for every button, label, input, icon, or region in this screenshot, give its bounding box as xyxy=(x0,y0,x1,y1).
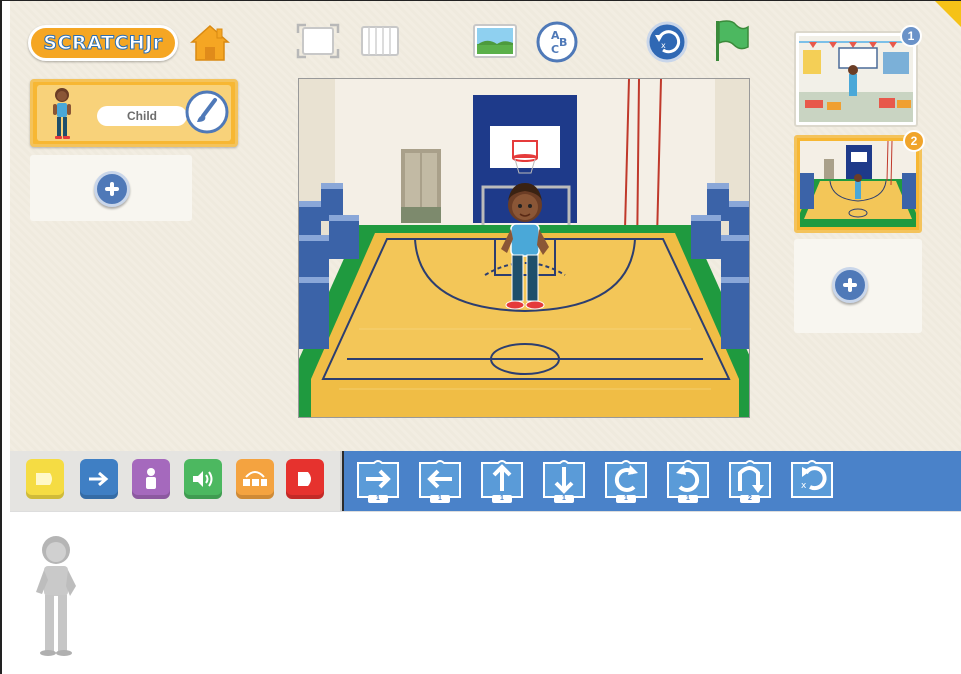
page-number-badge: 1 xyxy=(900,25,922,47)
classroom-thumbnail xyxy=(799,36,913,122)
block-number: 1 xyxy=(616,495,636,503)
page-number-badge: 2 xyxy=(903,130,925,152)
scratchjr-editor: SCRATCHJr A B C x Child 1 2 1 1 1 1 1 1 … xyxy=(0,0,961,674)
child-sprite-thumbnail xyxy=(53,88,71,139)
category-motion[interactable] xyxy=(80,459,118,499)
script-area[interactable] xyxy=(10,511,961,674)
stage[interactable] xyxy=(298,78,750,418)
home-icon[interactable] xyxy=(190,23,230,63)
person-icon xyxy=(146,468,156,489)
end-icon xyxy=(298,472,311,486)
page-add-panel xyxy=(794,239,922,333)
add-sprite-button[interactable] xyxy=(94,171,130,207)
block-number: 1 xyxy=(554,495,574,503)
svg-text:B: B xyxy=(559,36,567,49)
child-sprite-ghost xyxy=(36,536,76,656)
block-move-up[interactable]: 1 xyxy=(478,457,528,505)
add-page-button[interactable] xyxy=(832,267,868,303)
editor-top-area: SCRATCHJr A B C x Child 1 2 xyxy=(10,1,961,451)
block-palette: 1 1 1 1 1 1 2 x xyxy=(10,451,961,511)
block-go-home[interactable]: x xyxy=(788,457,838,505)
scratchjr-logo: SCRATCHJr xyxy=(28,25,178,61)
fullscreen-icon[interactable] xyxy=(296,23,340,59)
block-categories xyxy=(10,451,342,511)
category-looks[interactable] xyxy=(132,459,170,499)
category-control[interactable] xyxy=(236,459,274,499)
block-move-down[interactable]: 1 xyxy=(540,457,590,505)
control-icon xyxy=(243,471,267,486)
speaker-icon xyxy=(193,471,213,487)
category-sound[interactable] xyxy=(184,459,222,499)
green-flag-icon[interactable] xyxy=(710,17,752,63)
paint-editor-icon[interactable] xyxy=(185,90,229,134)
go-home-icon: x xyxy=(791,460,833,498)
block-hop[interactable]: 2 xyxy=(726,457,776,505)
block-number: 2 xyxy=(740,495,760,503)
text-icon[interactable]: A B C xyxy=(536,21,578,63)
background-icon[interactable] xyxy=(472,23,518,59)
block-number: 1 xyxy=(678,495,698,503)
sprite-name-label: Child xyxy=(97,106,187,126)
reset-icon[interactable]: x xyxy=(646,21,688,63)
block-move-right[interactable]: 1 xyxy=(354,457,404,505)
category-triggering[interactable] xyxy=(26,459,64,499)
block-turn-right[interactable]: 1 xyxy=(602,457,652,505)
block-move-left[interactable]: 1 xyxy=(416,457,466,505)
category-end[interactable] xyxy=(286,459,324,499)
grid-icon[interactable] xyxy=(360,25,400,57)
block-number: 1 xyxy=(368,495,388,503)
svg-text:C: C xyxy=(551,43,559,56)
basketball-court-thumbnail xyxy=(800,140,916,227)
basketball-court-background xyxy=(299,79,749,417)
block-number: 1 xyxy=(492,495,512,503)
sprite-card-child[interactable]: Child xyxy=(30,79,238,147)
right-arrow-icon xyxy=(89,471,109,487)
svg-text:x: x xyxy=(801,481,807,491)
page-thumbnail-1[interactable]: 1 xyxy=(794,25,922,127)
block-number: 1 xyxy=(430,495,450,503)
sprite-add-panel xyxy=(30,155,192,221)
svg-text:x: x xyxy=(661,41,666,50)
motion-blocks: 1 1 1 1 1 1 2 x xyxy=(344,451,961,511)
triggering-icon xyxy=(36,473,52,485)
page-thumbnail-2[interactable]: 2 xyxy=(794,130,925,233)
logo-text: SCRATCHJr xyxy=(43,32,163,55)
block-turn-left[interactable]: 1 xyxy=(664,457,714,505)
